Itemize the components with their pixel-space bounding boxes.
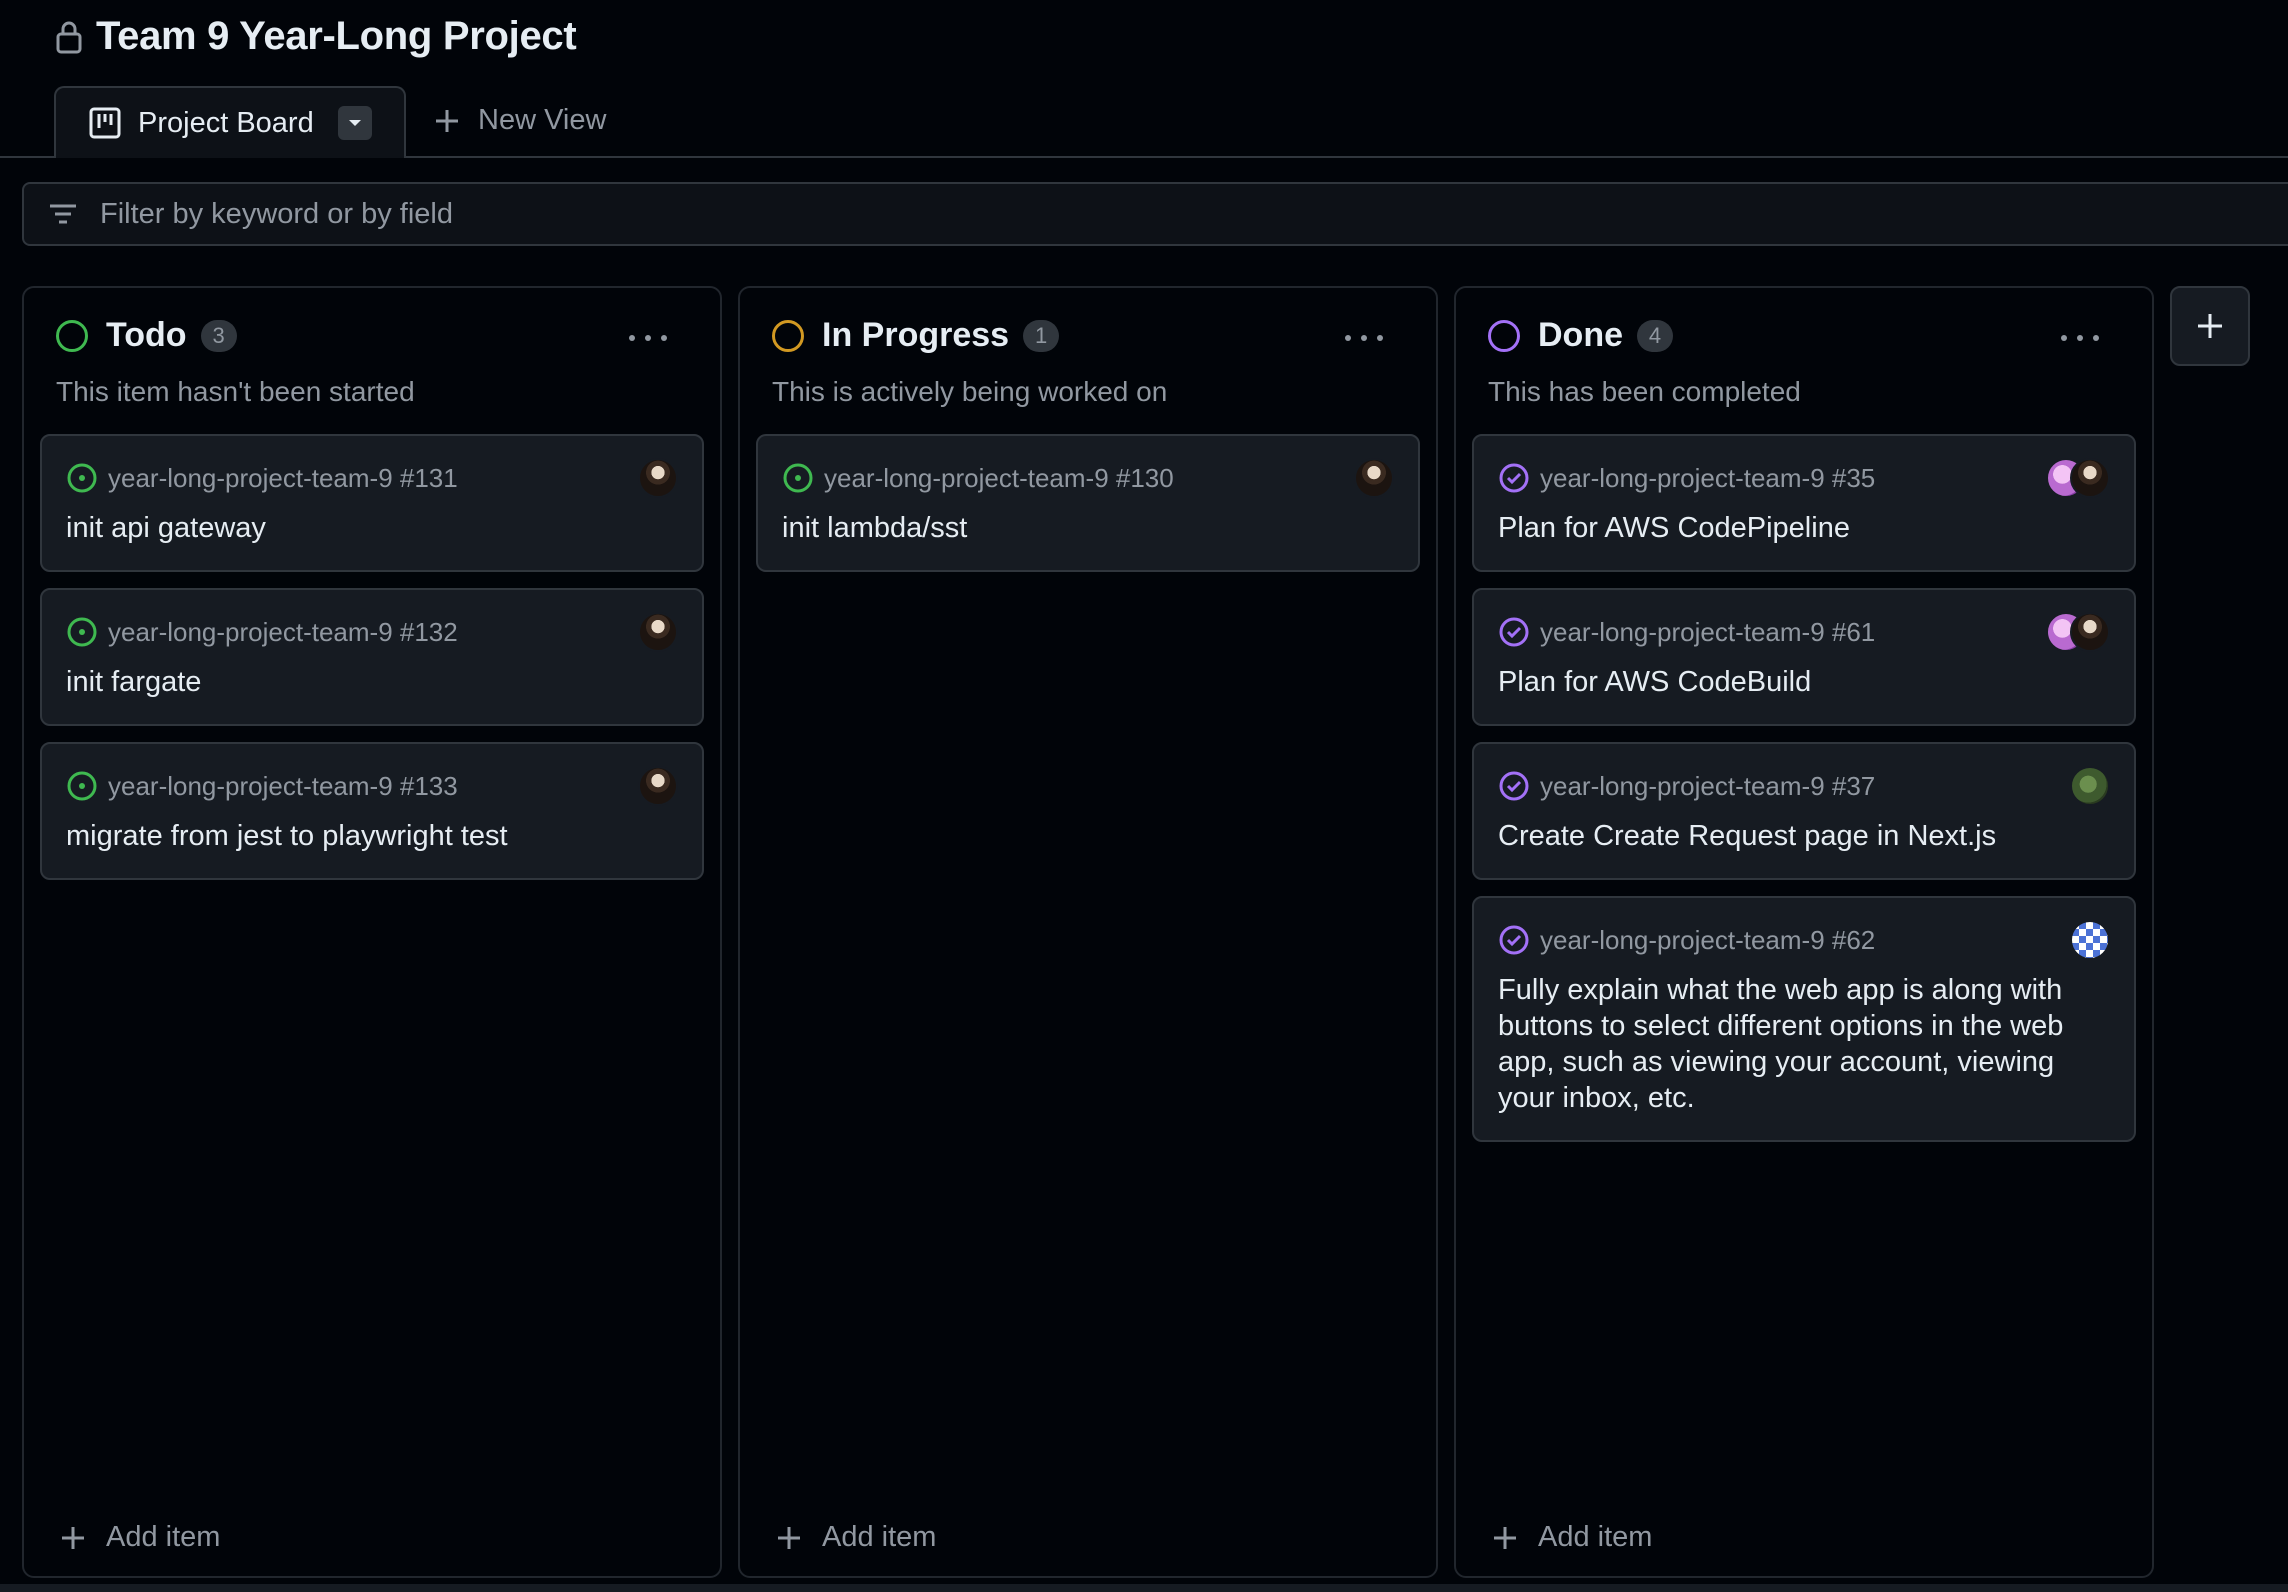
plus-icon bbox=[62, 1526, 84, 1549]
open-issue-icon bbox=[67, 617, 97, 647]
filter-placeholder: Filter by keyword or by field bbox=[100, 197, 453, 230]
lock-icon bbox=[56, 21, 82, 53]
add-column-button[interactable] bbox=[2170, 286, 2250, 366]
issue-card[interactable]: year-long-project-team-9 #37 Create Crea… bbox=[1472, 742, 2136, 880]
issue-title[interactable]: init api gateway bbox=[66, 510, 678, 546]
issue-card[interactable]: year-long-project-team-9 #132 init farga… bbox=[40, 588, 704, 726]
column-count-badge: 3 bbox=[200, 319, 237, 352]
board-bottom-edge bbox=[0, 1584, 2288, 1592]
column-header: Todo 3 bbox=[56, 316, 237, 355]
issue-card[interactable]: year-long-project-team-9 #61 Plan for AW… bbox=[1472, 588, 2136, 726]
issue-title[interactable]: migrate from jest to playwright test bbox=[66, 818, 678, 854]
issue-title[interactable]: Plan for AWS CodeBuild bbox=[1498, 664, 2110, 700]
project-header: Team 9 Year-Long Project Project Board N… bbox=[0, 0, 2288, 158]
column-in-progress: In Progress 1 This is actively being wor… bbox=[738, 286, 1438, 1578]
avatar[interactable] bbox=[2070, 458, 2110, 498]
issue-reference[interactable]: year-long-project-team-9 #61 bbox=[1540, 617, 1875, 648]
tab-label: Project Board bbox=[138, 106, 314, 139]
filter-icon bbox=[50, 204, 76, 224]
open-issue-icon bbox=[783, 463, 813, 493]
issue-title[interactable]: Fully explain what the web app is along … bbox=[1498, 972, 2110, 1116]
tab-options-button[interactable] bbox=[338, 106, 372, 140]
add-item-button[interactable]: Add item bbox=[776, 1521, 936, 1554]
new-view-label: New View bbox=[478, 104, 607, 136]
board-icon bbox=[89, 107, 121, 139]
new-view-button[interactable]: New View bbox=[434, 104, 606, 137]
issue-title[interactable]: init lambda/sst bbox=[782, 510, 1394, 546]
issue-card[interactable]: year-long-project-team-9 #130 init lambd… bbox=[756, 434, 1420, 572]
avatar[interactable] bbox=[1354, 458, 1394, 498]
plus-icon bbox=[2198, 314, 2222, 338]
issue-card[interactable]: year-long-project-team-9 #62 Fully expla… bbox=[1472, 896, 2136, 1142]
closed-issue-icon bbox=[1499, 771, 1529, 801]
column-header: In Progress 1 bbox=[772, 316, 1060, 355]
issue-card[interactable]: year-long-project-team-9 #35 Plan for AW… bbox=[1472, 434, 2136, 572]
avatar[interactable] bbox=[638, 458, 678, 498]
add-item-label: Add item bbox=[106, 1521, 221, 1553]
column-title: In Progress bbox=[822, 316, 1010, 354]
avatar[interactable] bbox=[638, 766, 678, 806]
open-issue-icon bbox=[67, 771, 97, 801]
column-count-badge: 1 bbox=[1023, 319, 1060, 352]
issue-reference[interactable]: year-long-project-team-9 #131 bbox=[108, 463, 458, 494]
issue-reference[interactable]: year-long-project-team-9 #37 bbox=[1540, 771, 1875, 802]
tab-project-board[interactable]: Project Board bbox=[54, 86, 406, 158]
avatar[interactable] bbox=[2070, 766, 2110, 806]
open-issue-icon bbox=[67, 463, 97, 493]
plus-icon bbox=[1494, 1526, 1516, 1549]
issue-card[interactable]: year-long-project-team-9 #133 migrate fr… bbox=[40, 742, 704, 880]
avatar[interactable] bbox=[2070, 920, 2110, 960]
column-title: Done bbox=[1538, 316, 1623, 354]
issue-reference[interactable]: year-long-project-team-9 #62 bbox=[1540, 925, 1875, 956]
add-item-button[interactable]: Add item bbox=[1492, 1521, 1652, 1554]
column-done: Done 4 This has been completed year-long… bbox=[1454, 286, 2154, 1578]
issue-reference[interactable]: year-long-project-team-9 #130 bbox=[824, 463, 1174, 494]
add-item-label: Add item bbox=[1538, 1521, 1653, 1553]
issue-reference[interactable]: year-long-project-team-9 #35 bbox=[1540, 463, 1875, 494]
column-description: This is actively being worked on bbox=[772, 376, 1168, 407]
triangle-down-icon bbox=[349, 120, 361, 126]
issue-title[interactable]: Create Create Request page in Next.js bbox=[1498, 818, 2110, 854]
column-title: Todo bbox=[106, 316, 187, 354]
page-title: Team 9 Year-Long Project bbox=[96, 14, 577, 58]
avatar[interactable] bbox=[638, 612, 678, 652]
column-description: This has been completed bbox=[1488, 376, 1801, 407]
add-item-label: Add item bbox=[822, 1521, 937, 1553]
in-progress-status-icon bbox=[772, 319, 804, 352]
kebab-menu-icon[interactable] bbox=[626, 328, 670, 348]
closed-issue-icon bbox=[1499, 617, 1529, 647]
issue-reference[interactable]: year-long-project-team-9 #132 bbox=[108, 617, 458, 648]
kebab-menu-icon[interactable] bbox=[1342, 328, 1386, 348]
avatar[interactable] bbox=[2070, 612, 2110, 652]
closed-issue-icon bbox=[1499, 463, 1529, 493]
plus-icon bbox=[778, 1526, 800, 1549]
column-header: Done 4 bbox=[1488, 316, 1673, 355]
column-description: This item hasn't been started bbox=[56, 376, 415, 407]
plus-icon bbox=[436, 109, 458, 132]
issue-title[interactable]: Plan for AWS CodePipeline bbox=[1498, 510, 2110, 546]
closed-issue-icon bbox=[1499, 925, 1529, 955]
project-title-row: Team 9 Year-Long Project bbox=[54, 14, 577, 59]
column-count-badge: 4 bbox=[1637, 319, 1673, 352]
issue-card[interactable]: year-long-project-team-9 #131 init api g… bbox=[40, 434, 704, 572]
filter-input[interactable]: Filter by keyword or by field bbox=[22, 182, 2288, 246]
column-todo: Todo 3 This item hasn't been started yea… bbox=[22, 286, 722, 1578]
kebab-menu-icon[interactable] bbox=[2058, 328, 2102, 348]
todo-status-icon bbox=[56, 319, 88, 352]
issue-title[interactable]: init fargate bbox=[66, 664, 678, 700]
add-item-button[interactable]: Add item bbox=[60, 1521, 220, 1554]
issue-reference[interactable]: year-long-project-team-9 #133 bbox=[108, 771, 458, 802]
done-status-icon bbox=[1488, 319, 1520, 352]
